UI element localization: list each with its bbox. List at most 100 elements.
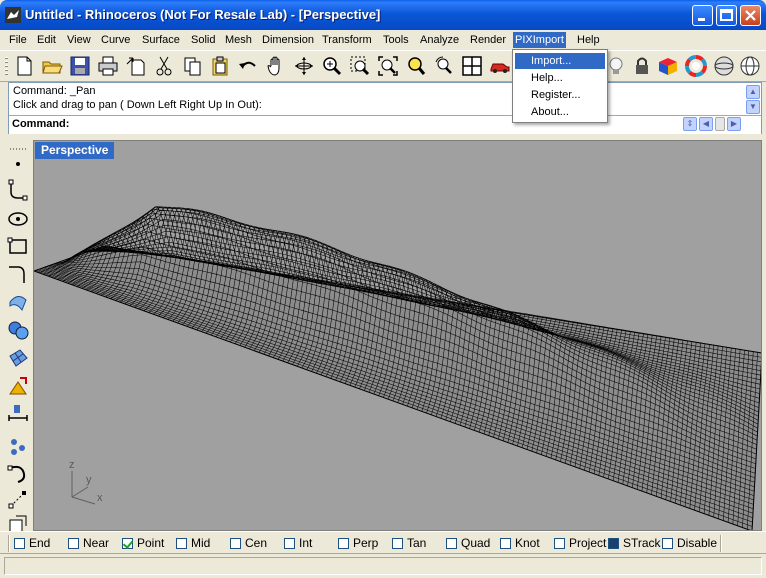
command-scroll-track[interactable] xyxy=(715,117,725,131)
curve-tools-icon[interactable] xyxy=(6,462,30,486)
save-button[interactable] xyxy=(68,54,92,78)
checkbox[interactable] xyxy=(68,538,79,549)
checkbox[interactable] xyxy=(14,538,25,549)
checkbox[interactable] xyxy=(500,538,511,549)
menu-curve[interactable]: Curve xyxy=(99,32,132,48)
shaded-button[interactable] xyxy=(712,54,736,78)
print-icon xyxy=(98,56,118,76)
checkbox[interactable] xyxy=(392,538,403,549)
osnap-quad[interactable]: Quad xyxy=(446,536,490,550)
viewport-title[interactable]: Perspective xyxy=(35,142,115,159)
import-button[interactable] xyxy=(124,54,148,78)
osnap-tan[interactable]: Tan xyxy=(392,536,426,550)
menu-solid[interactable]: Solid xyxy=(189,32,217,48)
rotate-view-button[interactable] xyxy=(292,54,316,78)
menu-render[interactable]: Render xyxy=(468,32,508,48)
checkbox[interactable] xyxy=(338,538,349,549)
zoom-window-button[interactable] xyxy=(348,54,372,78)
new-button[interactable] xyxy=(12,54,36,78)
rotate-camera-button[interactable] xyxy=(432,54,456,78)
circle-icon[interactable] xyxy=(6,206,30,230)
maximize-button[interactable] xyxy=(716,5,737,26)
checkbox[interactable] xyxy=(284,538,295,549)
four-viewports-button[interactable] xyxy=(460,54,484,78)
history-scroll-down[interactable]: ▼ xyxy=(746,100,760,114)
osnap-perp[interactable]: Perp xyxy=(338,536,378,550)
menu-transform[interactable]: Transform xyxy=(320,32,374,48)
osnap-project[interactable]: Project xyxy=(554,536,606,550)
material-button[interactable] xyxy=(656,54,680,78)
history-scroll-up[interactable]: ▲ xyxy=(746,85,760,99)
pan-button[interactable] xyxy=(264,54,288,78)
zoom-selected-button[interactable] xyxy=(404,54,428,78)
dimension-icon[interactable] xyxy=(6,402,30,426)
checkbox[interactable] xyxy=(554,538,565,549)
menu-piximport[interactable]: PIXImport xyxy=(513,32,566,48)
menu-help[interactable]: Help xyxy=(575,32,602,48)
checkbox[interactable] xyxy=(176,538,187,549)
osnap-disable[interactable]: Disable xyxy=(662,536,717,550)
command-history-line: Command: _Pan xyxy=(13,85,96,97)
cut-button[interactable] xyxy=(152,54,176,78)
open-button[interactable] xyxy=(40,54,64,78)
wireframe-button[interactable] xyxy=(738,54,762,78)
menu-file[interactable]: File xyxy=(7,32,29,48)
command-spin-button[interactable]: ⇕ xyxy=(683,117,697,131)
close-button[interactable] xyxy=(740,5,761,26)
checkbox[interactable] xyxy=(230,538,241,549)
title-bar[interactable]: Untitled - Rhinoceros (Not For Resale La… xyxy=(0,0,766,30)
paste-button[interactable] xyxy=(208,54,232,78)
menu-mesh[interactable]: Mesh xyxy=(223,32,254,48)
command-next-button[interactable]: ▶ xyxy=(727,117,741,131)
menu-tools[interactable]: Tools xyxy=(381,32,411,48)
menu-dimension[interactable]: Dimension xyxy=(260,32,316,48)
checkbox-checked[interactable] xyxy=(122,538,133,549)
surface-icon[interactable] xyxy=(6,290,30,314)
solid-sphere-icon[interactable] xyxy=(6,318,30,342)
snap-icon[interactable] xyxy=(6,488,30,512)
fillet-curve-icon[interactable] xyxy=(6,262,30,286)
osnap-strack[interactable]: STrack xyxy=(608,536,661,550)
zoom-button[interactable] xyxy=(320,54,344,78)
osnap-int[interactable]: Int xyxy=(284,536,312,550)
mesh-icon[interactable] xyxy=(6,346,30,370)
osnap-cen[interactable]: Cen xyxy=(230,536,267,550)
color-button[interactable] xyxy=(684,54,708,78)
print-button[interactable] xyxy=(96,54,120,78)
checkbox[interactable] xyxy=(662,538,673,549)
menu-view[interactable]: View xyxy=(65,32,93,48)
render-button[interactable] xyxy=(488,54,512,78)
lock-button[interactable] xyxy=(630,54,654,78)
curve-icon[interactable] xyxy=(6,178,30,202)
osnap-near[interactable]: Near xyxy=(68,536,109,550)
menu-edit[interactable]: Edit xyxy=(35,32,58,48)
zoom-extents-button[interactable] xyxy=(376,54,400,78)
menu-register-item[interactable]: Register... xyxy=(515,87,605,103)
osnap-point[interactable]: Point xyxy=(122,536,164,550)
toolbar-grip[interactable] xyxy=(10,148,26,150)
perspective-viewport[interactable]: Perspective z y x xyxy=(33,140,762,531)
point-icon[interactable] xyxy=(6,152,30,176)
command-prev-button[interactable]: ◀ xyxy=(699,117,713,131)
sphere-wire-icon xyxy=(740,56,760,76)
osnap-end[interactable]: End xyxy=(14,536,50,550)
osnap-mid[interactable]: Mid xyxy=(176,536,210,550)
transform-icon[interactable] xyxy=(6,374,30,398)
menu-help-item[interactable]: Help... xyxy=(515,70,605,86)
copy-icon xyxy=(184,57,201,76)
main-toolbar-left xyxy=(0,140,34,533)
rectangle-icon[interactable] xyxy=(6,234,30,258)
undo-button[interactable] xyxy=(236,54,260,78)
group-icon[interactable] xyxy=(6,434,30,458)
checkbox-checked[interactable] xyxy=(608,538,619,549)
menu-analyze[interactable]: Analyze xyxy=(418,32,461,48)
rhino-app-icon[interactable] xyxy=(5,7,21,23)
toolbar-grip[interactable] xyxy=(5,57,8,77)
checkbox[interactable] xyxy=(446,538,457,549)
menu-about-item[interactable]: About... xyxy=(515,104,605,120)
osnap-knot[interactable]: Knot xyxy=(500,536,540,550)
copy-button[interactable] xyxy=(180,54,204,78)
menu-surface[interactable]: Surface xyxy=(140,32,182,48)
menu-import-item[interactable]: Import... xyxy=(515,53,605,69)
minimize-button[interactable] xyxy=(692,5,713,26)
